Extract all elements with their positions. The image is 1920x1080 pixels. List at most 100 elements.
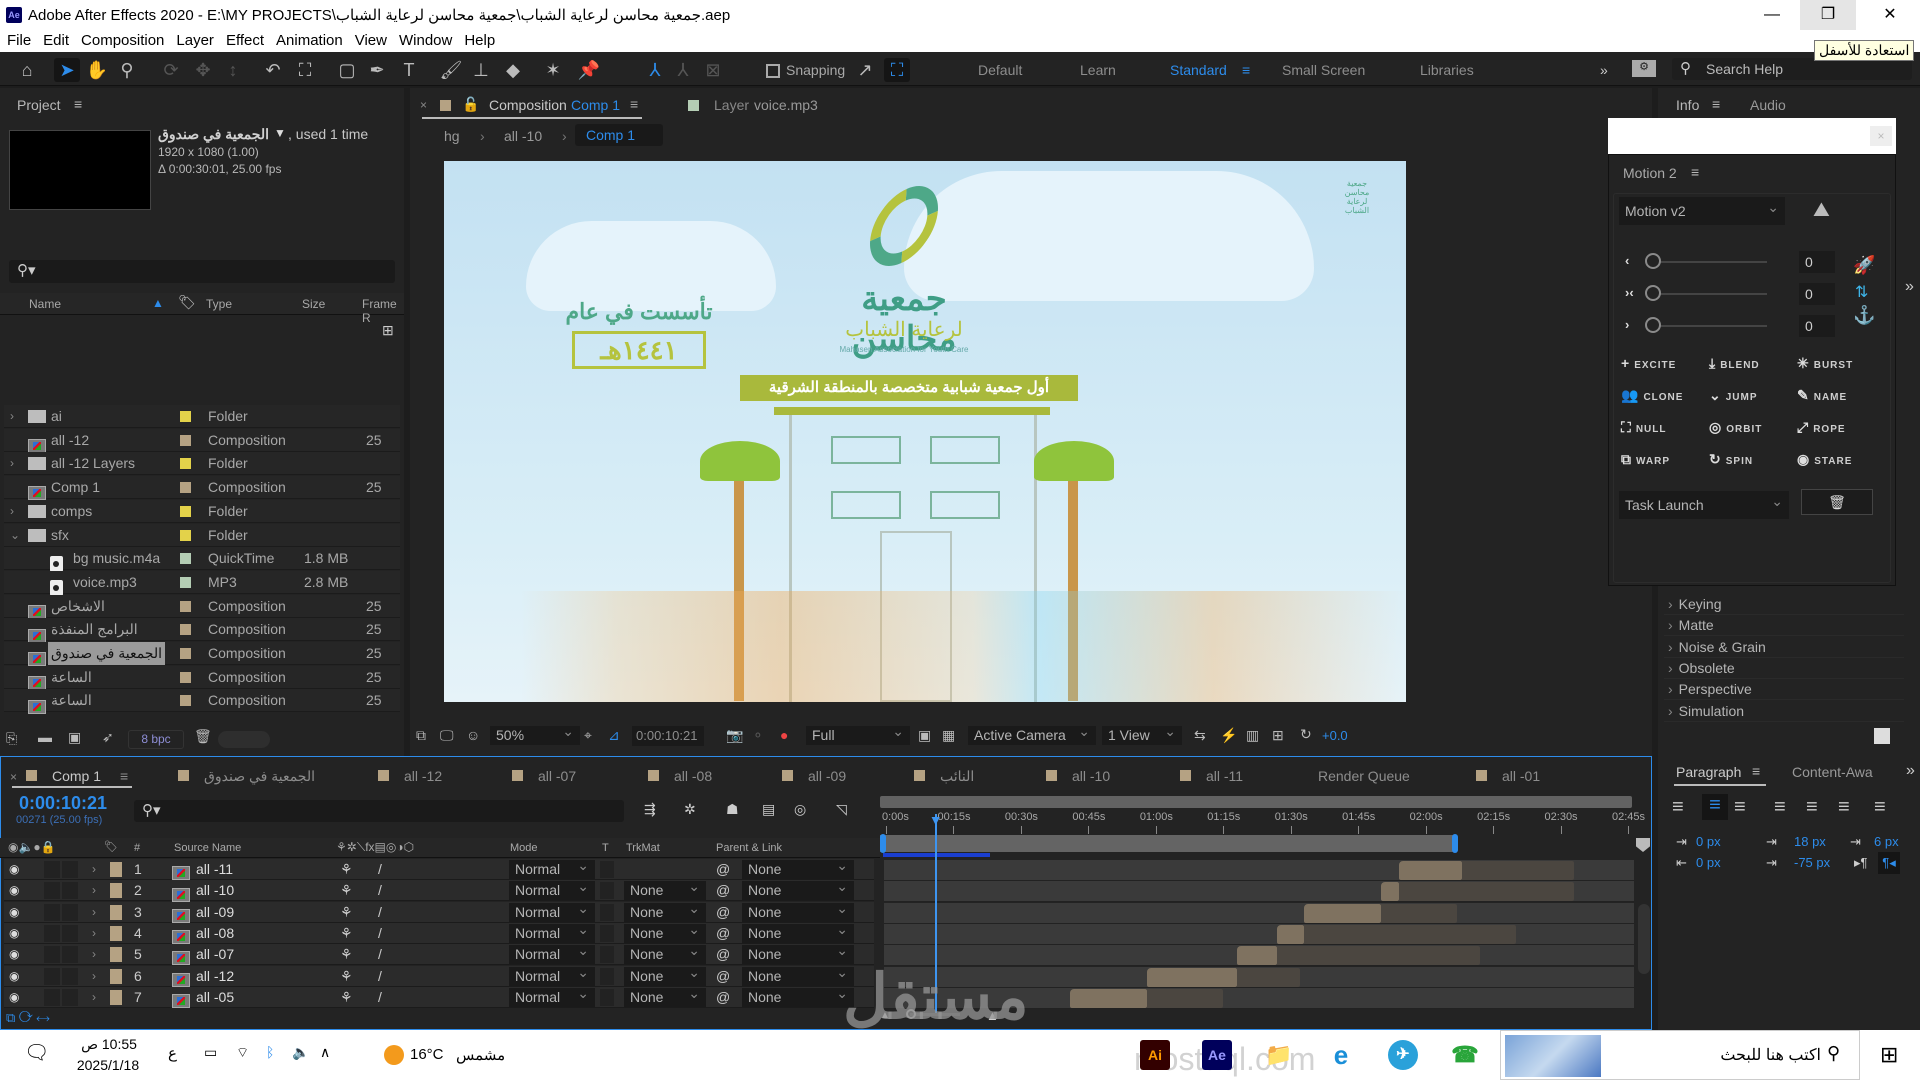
- space-before-value[interactable]: 18 px: [1794, 834, 1826, 849]
- expand-chevron-icon[interactable]: ›: [92, 966, 96, 987]
- track-matte-dropdown[interactable]: None: [624, 920, 706, 943]
- label-color-swatch[interactable]: [180, 458, 191, 470]
- search-help-field[interactable]: ⚲ Search Help: [1672, 58, 1912, 80]
- indent-right-value[interactable]: 0 px: [1696, 855, 1721, 870]
- menu-effect[interactable]: Effect: [219, 30, 269, 49]
- expand-chevron-icon[interactable]: ›: [92, 944, 96, 965]
- label-color-swatch[interactable]: [180, 505, 191, 517]
- expand-chevron-icon[interactable]: ›: [92, 880, 96, 901]
- motion-jump-button[interactable]: ⌄ JUMP: [1709, 387, 1758, 404]
- effects-category[interactable]: › Keying: [1664, 594, 1904, 615]
- layer-duration-bar-active[interactable]: [1398, 861, 1462, 880]
- layer-duration-bar-tail[interactable]: [1461, 861, 1575, 880]
- layer-name[interactable]: all -12: [196, 966, 234, 987]
- parent-dropdown[interactable]: None: [742, 941, 854, 965]
- timeline-footer-icons[interactable]: ⧉ ⟳ ⟷: [6, 1010, 49, 1026]
- expand-chevron-icon[interactable]: ›: [92, 902, 96, 923]
- mountains-icon[interactable]: ⛰: [1813, 199, 1830, 222]
- first-line-indent-value[interactable]: 6 px: [1874, 834, 1899, 849]
- audio-toggle[interactable]: [44, 988, 60, 1006]
- audio-toggle[interactable]: [44, 882, 60, 900]
- layer-label-color[interactable]: [110, 947, 122, 963]
- shy-switch-icon[interactable]: ⚘: [340, 987, 353, 1008]
- effects-category[interactable]: › Simulation: [1664, 701, 1904, 722]
- work-area-start-handle[interactable]: [880, 834, 886, 853]
- camera-dropdown[interactable]: Active Camera: [968, 722, 1096, 745]
- workspace-small-screen[interactable]: Small Screen: [1282, 62, 1365, 78]
- shy-layers-icon[interactable]: ☗: [726, 801, 739, 818]
- project-item[interactable]: الاشخاص Composition 25: [4, 594, 400, 619]
- type-tool-icon[interactable]: T: [396, 58, 422, 82]
- trash-icon[interactable]: 🗑: [1801, 489, 1873, 515]
- weather-temperature[interactable]: 16°C: [410, 1046, 444, 1063]
- audio-toggle[interactable]: [44, 967, 60, 985]
- layer-duration-bar-active[interactable]: [1380, 882, 1399, 902]
- layer-row[interactable]: ◉ › 7 all -05 ⚘ / Normal None @ None: [4, 984, 874, 1009]
- column-type[interactable]: Type: [206, 297, 232, 311]
- quality-switch-icon[interactable]: /: [378, 923, 382, 944]
- new-composition-icon[interactable]: ▣: [68, 729, 81, 746]
- motion-preset-dropdown[interactable]: Motion v2: [1619, 193, 1785, 225]
- blend-mode-dropdown[interactable]: Normal: [509, 899, 595, 922]
- layer-duration-bar-active[interactable]: [1236, 946, 1278, 966]
- shy-switch-icon[interactable]: ⚘: [340, 923, 353, 944]
- preserve-transparency-toggle[interactable]: [600, 946, 614, 964]
- paragraph-menu-icon[interactable]: ≡: [1752, 763, 1760, 779]
- home-icon[interactable]: ⌂: [14, 58, 40, 82]
- label-color-swatch[interactable]: [180, 624, 191, 636]
- more-panels-icon[interactable]: »: [1906, 762, 1915, 780]
- layer-duration-bar-tail[interactable]: [1236, 967, 1300, 987]
- project-item[interactable]: › comps Folder: [4, 499, 400, 523]
- fast-previews-icon[interactable]: ⚡: [1220, 727, 1237, 744]
- comp-tab-prefix[interactable]: Composition: [489, 97, 567, 113]
- justify-all-icon[interactable]: ≡: [1874, 796, 1886, 819]
- sync-settings-icon[interactable]: ⚙: [1632, 60, 1656, 77]
- justify-left-icon[interactable]: ≡: [1774, 796, 1786, 819]
- taskbar-whatsapp-icon[interactable]: ☎: [1450, 1040, 1480, 1070]
- label-color-swatch[interactable]: [180, 553, 191, 565]
- menu-view[interactable]: View: [348, 30, 392, 49]
- clock-date[interactable]: 2025/1/18: [72, 1057, 144, 1073]
- shy-switch-icon[interactable]: ⚘: [340, 902, 353, 923]
- motion-name-button[interactable]: ✎ NAME: [1797, 387, 1847, 404]
- project-item[interactable]: voice.mp3 MP3 2.8 MB: [4, 570, 400, 597]
- notifications-icon[interactable]: 🗨: [24, 1040, 49, 1065]
- project-item[interactable]: الساعة Composition 25: [4, 665, 400, 690]
- motion-blur-icon[interactable]: ◎: [794, 801, 806, 818]
- interpret-footage-icon[interactable]: ⎘: [6, 730, 17, 747]
- label-tag-icon[interactable]: 🏷: [104, 840, 118, 853]
- close-icon[interactable]: ×: [1870, 126, 1892, 146]
- taskbar-file-explorer-icon[interactable]: 📁: [1264, 1040, 1294, 1070]
- toggle-pixel-aspect-icon[interactable]: ⇆: [1194, 727, 1206, 744]
- thumbnail-size-slider[interactable]: [218, 731, 270, 748]
- slider-track[interactable]: [1659, 293, 1767, 295]
- parent-dropdown[interactable]: None: [742, 963, 854, 986]
- expand-chevron-icon[interactable]: ›: [10, 405, 14, 428]
- viewer-timecode[interactable]: 0:00:10:21: [632, 726, 704, 746]
- timeline-scrollbar[interactable]: [1638, 904, 1650, 974]
- expand-chevron-icon[interactable]: ›: [92, 859, 96, 880]
- pick-whip-icon[interactable]: @: [716, 902, 730, 923]
- motion-blend-button[interactable]: ⤓ BLEND: [1709, 355, 1760, 372]
- track-matte-dropdown[interactable]: None: [624, 899, 706, 922]
- layer-label-color[interactable]: [110, 925, 122, 941]
- preserve-transparency-toggle[interactable]: [600, 903, 614, 921]
- solo-toggle[interactable]: [62, 861, 78, 878]
- menu-file[interactable]: File: [0, 30, 36, 49]
- composition-mini-flowchart-icon[interactable]: ⇶: [644, 801, 656, 818]
- indent-left-value[interactable]: 0 px: [1696, 834, 1721, 849]
- pick-whip-icon[interactable]: @: [716, 880, 730, 901]
- pan-camera-icon[interactable]: ✥: [190, 58, 216, 82]
- timeline-tab[interactable]: all -01: [1502, 768, 1540, 784]
- workspace-standard[interactable]: Standard: [1170, 62, 1227, 78]
- label-color-swatch[interactable]: [180, 648, 191, 659]
- pick-whip-icon[interactable]: @: [716, 859, 730, 880]
- motion-warp-button[interactable]: ⧉ WARP: [1621, 451, 1670, 468]
- orbit-camera-icon[interactable]: ⟳: [158, 58, 184, 82]
- snapshot-icon[interactable]: 📷: [726, 727, 743, 744]
- blend-mode-dropdown[interactable]: Normal: [509, 984, 595, 1007]
- close-button[interactable]: ✕: [1862, 0, 1918, 30]
- hand-tool-icon[interactable]: ✋: [84, 58, 110, 82]
- puppet-pin-tool-icon[interactable]: 📌: [576, 58, 602, 82]
- shy-switch-icon[interactable]: ⚘: [340, 944, 353, 965]
